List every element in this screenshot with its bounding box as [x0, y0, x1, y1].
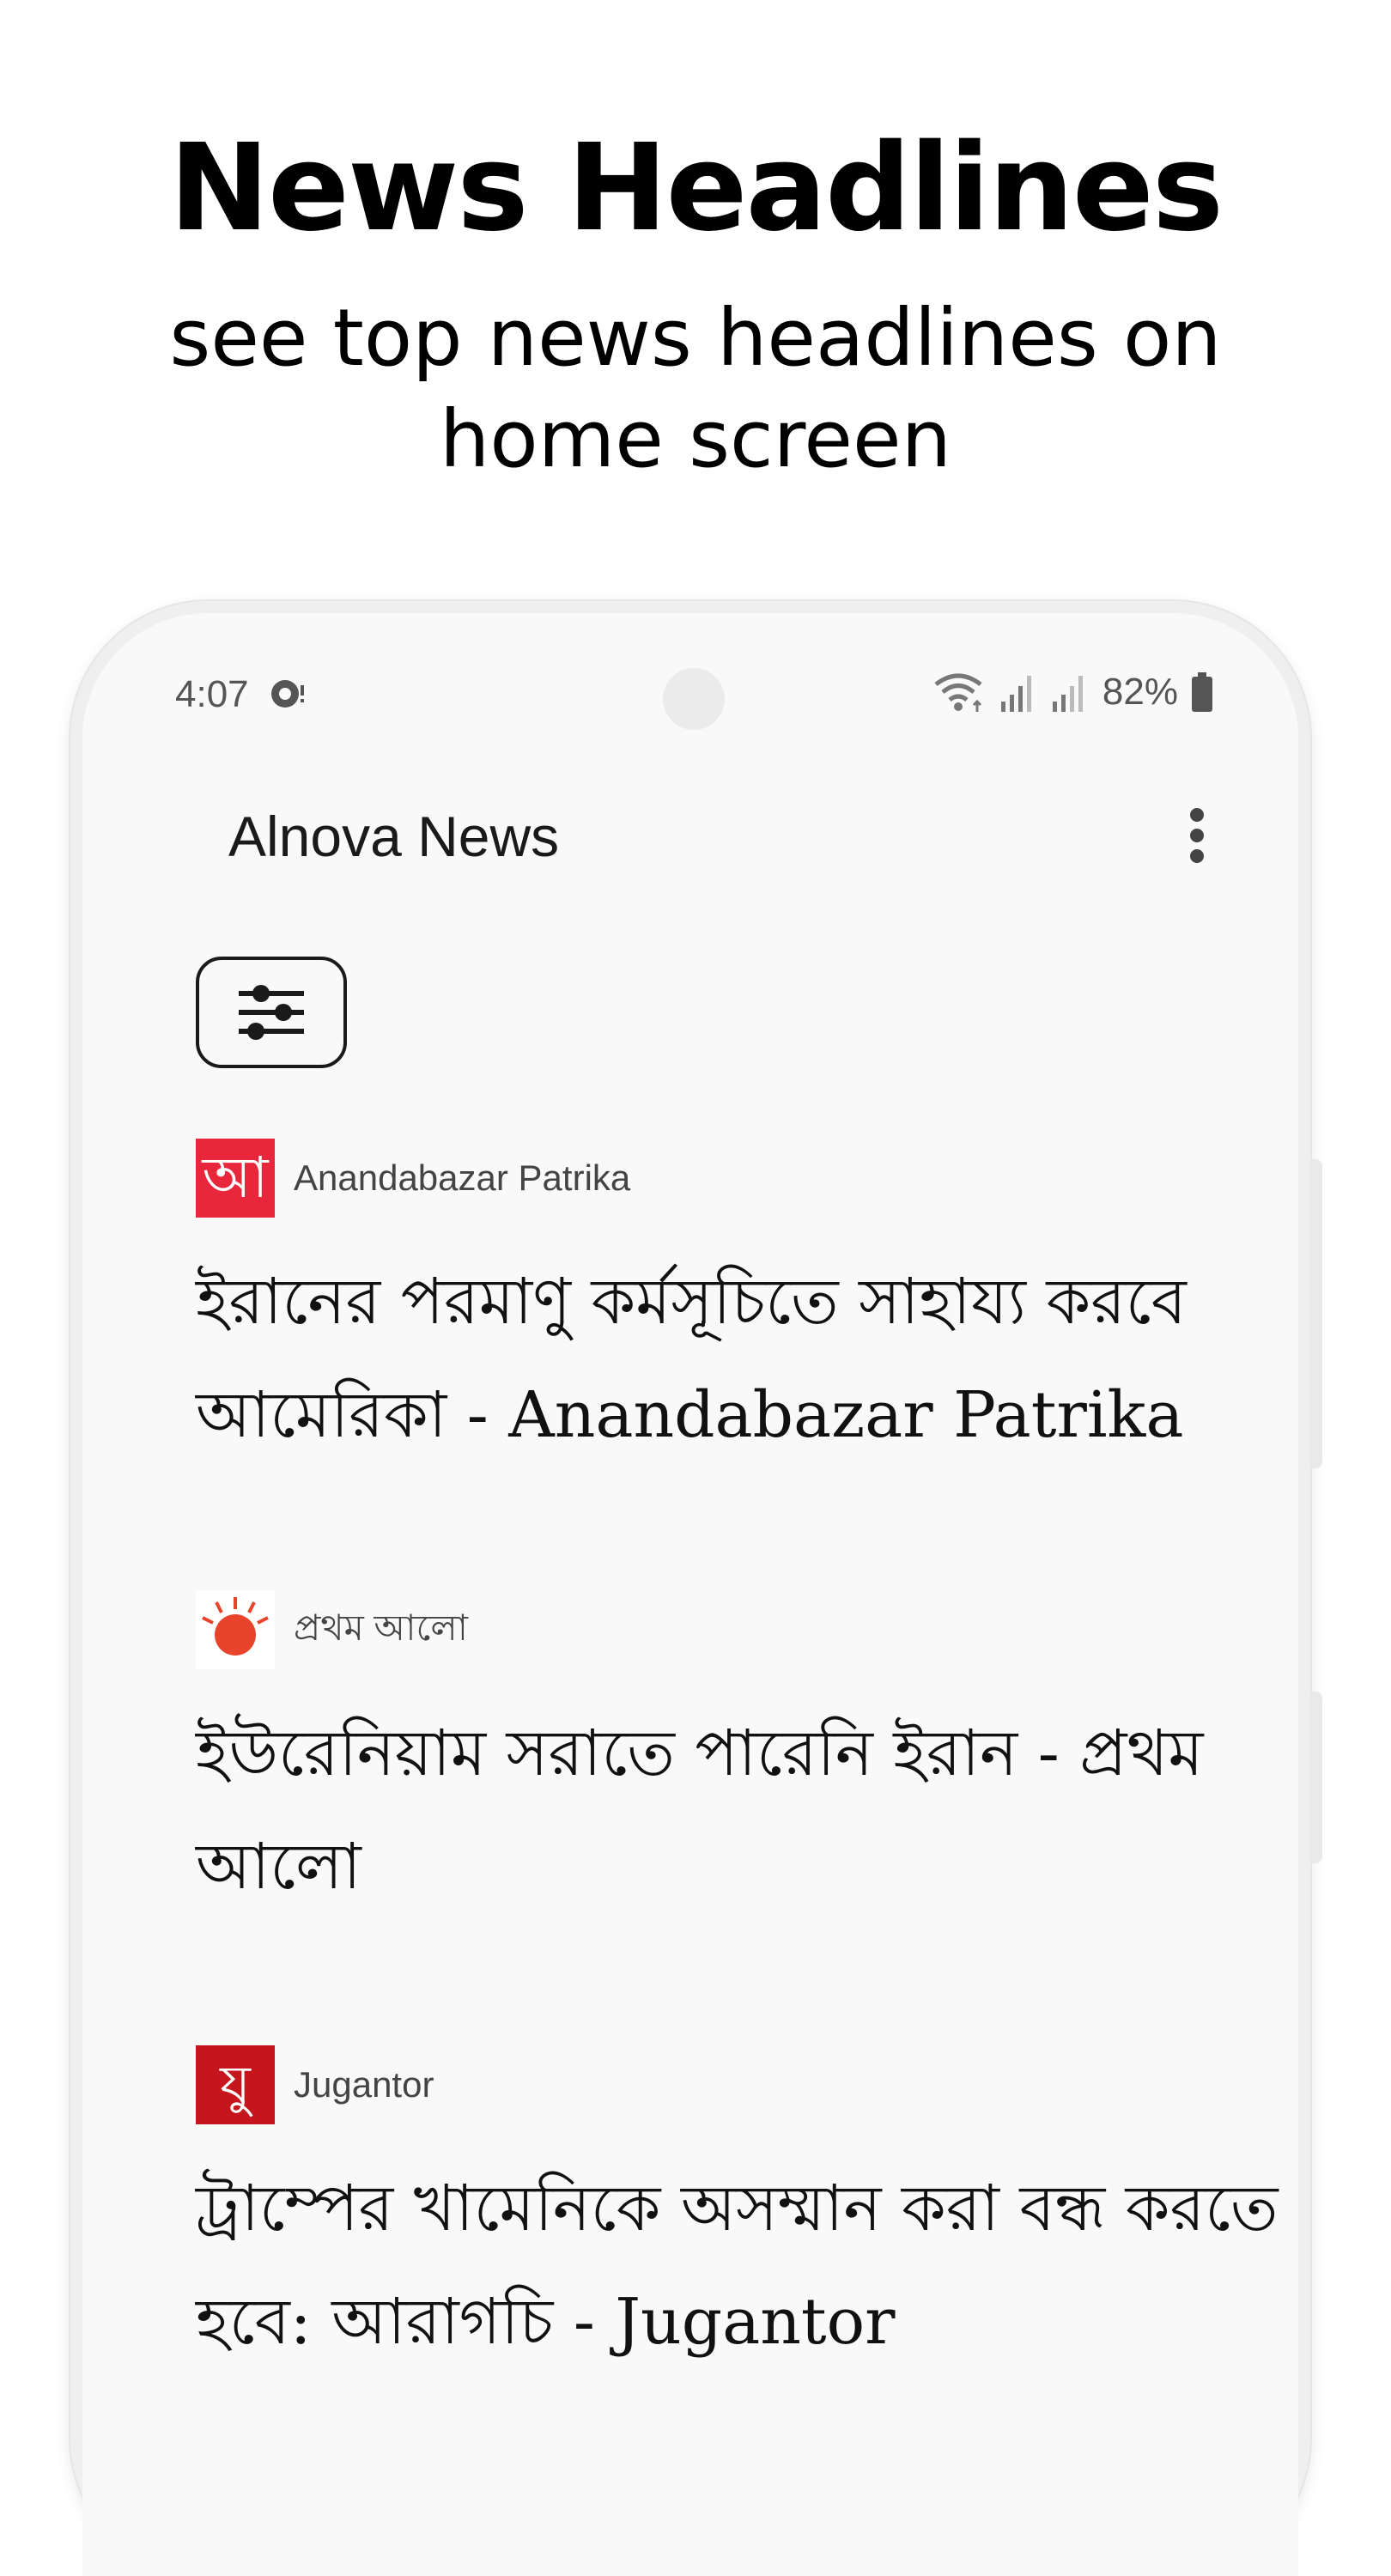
wifi-icon [934, 673, 982, 712]
promo-subtitle: see top news headlines on home screen [169, 292, 1222, 485]
front-camera [663, 668, 725, 730]
source-logo-text: যু [220, 2053, 251, 2116]
filter-button[interactable] [196, 957, 347, 1068]
phone-screen: 4:07 82% Alnova News আ Anandabazar Patri… [82, 613, 1298, 2576]
source-logo-text: আ [202, 1145, 269, 1211]
news-source-row: যু Jugantor [196, 2045, 1298, 2124]
news-source-name: প্রথম আলো [294, 1607, 468, 1648]
news-headline[interactable]: ট্রাম্পের খামেনিকে অসম্মান করা বন্ধ করতে… [196, 2152, 1298, 2379]
signal-icon [1052, 676, 1083, 712]
news-source-name: Jugantor [294, 2064, 434, 2105]
sun-icon [202, 1597, 269, 1656]
signal-icon [1000, 676, 1031, 712]
source-logo-jugantor: যু [196, 2045, 275, 2124]
phone-power-button [1310, 1692, 1322, 1863]
battery-percentage: 82% [1102, 671, 1178, 713]
battery-icon [1192, 672, 1212, 712]
news-source-name: Anandabazar Patrika [294, 1157, 631, 1198]
news-source-row: প্রথম আলো [196, 1590, 1298, 1669]
news-headline[interactable]: ইউরেনিয়াম সরাতে পারেনি ইরান - প্রথম আলো [196, 1697, 1298, 1923]
phone-volume-button [1310, 1159, 1322, 1468]
news-item[interactable]: আ Anandabazar Patrika ইরানের পরমাণু কর্ম… [196, 1139, 1298, 1472]
news-source-row: আ Anandabazar Patrika [196, 1139, 1298, 1218]
tune-icon [239, 985, 304, 1040]
more-options-button[interactable] [1171, 797, 1223, 874]
news-item[interactable]: যু Jugantor ট্রাম্পের খামেনিকে অসম্মান ক… [196, 2045, 1298, 2379]
status-time: 4:07 [175, 673, 249, 715]
source-logo-anandabazar: আ [196, 1139, 275, 1218]
status-icons: 82% [932, 668, 1214, 716]
chat-bubble-icon [271, 680, 304, 708]
news-item[interactable]: প্রথম আলো ইউরেনিয়াম সরাতে পারেনি ইরান -… [196, 1590, 1298, 1923]
app-title: Alnova News [228, 805, 560, 868]
promo-title: News Headlines [168, 118, 1224, 258]
phone-frame: 4:07 82% Alnova News আ Anandabazar Patri… [70, 601, 1322, 2576]
news-headline[interactable]: ইরানের পরমাণু কর্মসূচিতে সাহায্য করবে আম… [196, 1245, 1298, 1472]
source-logo-prothom-alo [196, 1590, 275, 1669]
more-vert-icon [1190, 808, 1204, 863]
status-bar: 4:07 82% [82, 613, 1298, 759]
